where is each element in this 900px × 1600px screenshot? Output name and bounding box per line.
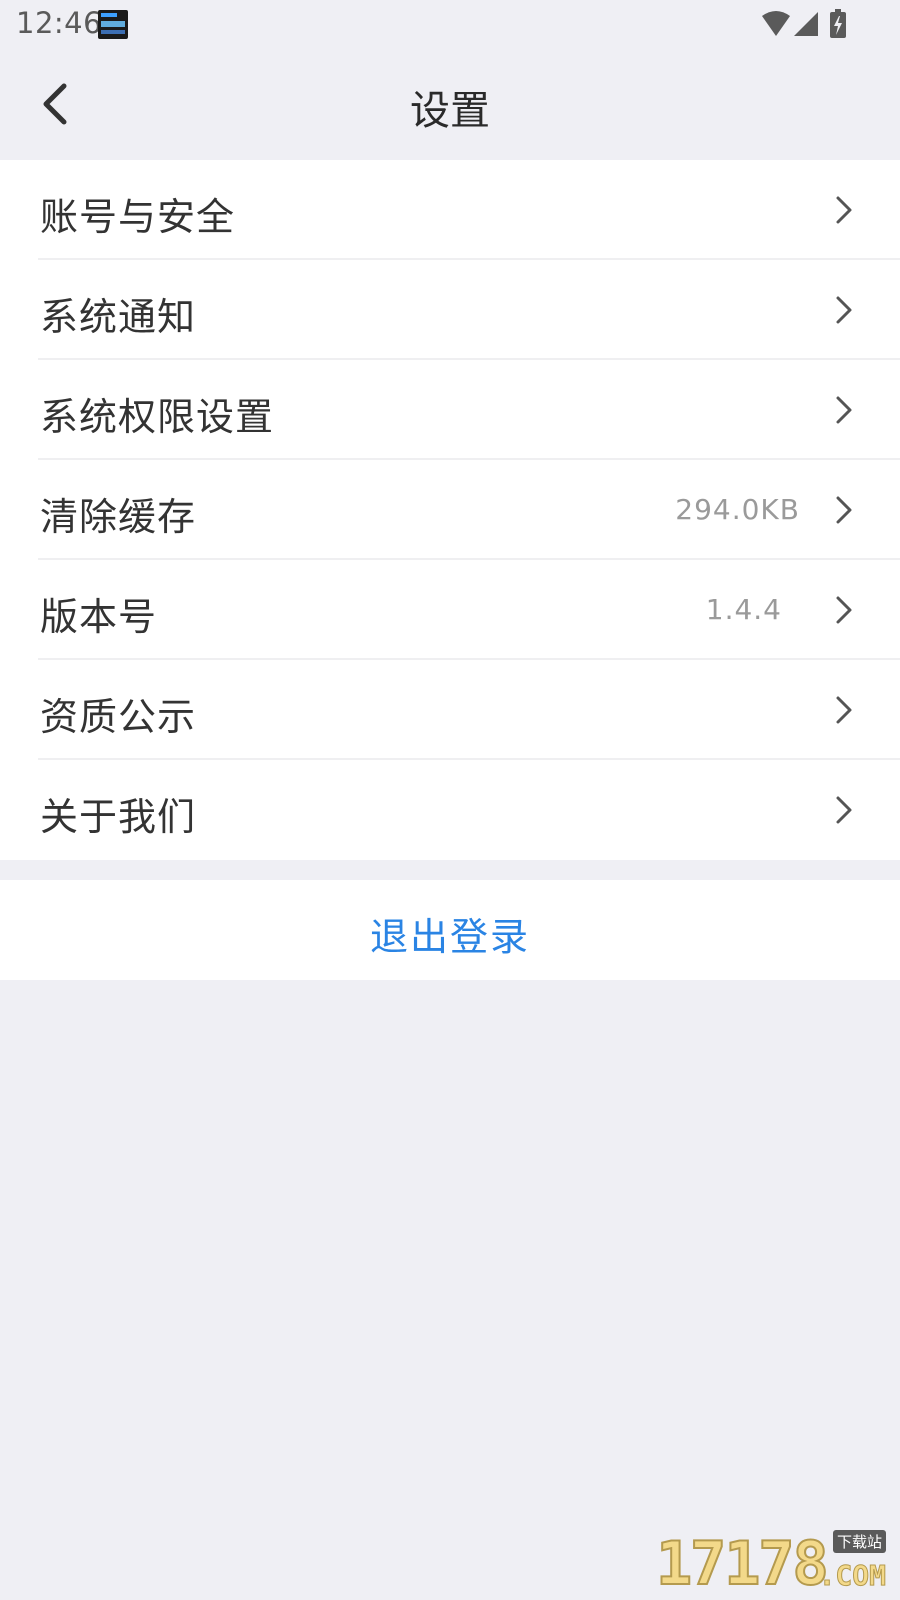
cache-size-value: 294.0KB xyxy=(675,493,800,526)
menu-item-label: 清除缓存 xyxy=(40,495,197,539)
menu-item-version[interactable]: 版本号 1.4.4 xyxy=(0,560,900,660)
watermark-digits: 17178 xyxy=(655,1529,830,1599)
cell-signal-icon xyxy=(794,12,818,36)
battery-charging-icon xyxy=(830,9,846,38)
menu-item-label: 关于我们 xyxy=(40,795,197,839)
logout-button[interactable]: 退出登录 xyxy=(0,880,900,980)
chevron-right-icon xyxy=(836,596,852,624)
menu-item-label: 版本号 xyxy=(40,595,158,639)
page-title: 设置 xyxy=(410,88,490,134)
menu-item-label: 账号与安全 xyxy=(40,195,236,239)
wifi-icon xyxy=(762,11,790,36)
top-app-bar: 设置 xyxy=(0,50,900,160)
status-time: 12:46 xyxy=(16,6,103,40)
status-bar: 12:46 xyxy=(0,0,900,50)
menu-item-clear-cache[interactable]: 清除缓存 294.0KB xyxy=(0,460,900,560)
menu-item-label: 资质公示 xyxy=(40,695,197,739)
watermark-suffix: .COM xyxy=(818,1559,886,1593)
menu-item-qualifications[interactable]: 资质公示 xyxy=(0,660,900,760)
menu-item-label: 系统权限设置 xyxy=(40,395,275,439)
settings-screen: 12:46 设置 账号与安全 系统通知 系统权限设置 清除缓存 294.0KB … xyxy=(0,0,900,1600)
chevron-right-icon xyxy=(836,396,852,424)
menu-item-about-us[interactable]: 关于我们 xyxy=(0,760,900,860)
status-icons xyxy=(760,8,860,42)
menu-item-system-permissions[interactable]: 系统权限设置 xyxy=(0,360,900,460)
version-value: 1.4.4 xyxy=(705,593,782,626)
chevron-right-icon xyxy=(836,796,852,824)
logout-label: 退出登录 xyxy=(369,915,530,959)
chevron-right-icon xyxy=(836,296,852,324)
menu-item-label: 系统通知 xyxy=(40,295,197,339)
menu-item-account-security[interactable]: 账号与安全 xyxy=(0,160,900,260)
site-watermark-logo: 下载站 17178 .COM xyxy=(655,1529,887,1599)
chevron-right-icon xyxy=(836,696,852,724)
chevron-right-icon xyxy=(836,496,852,524)
settings-menu: 账号与安全 系统通知 系统权限设置 清除缓存 294.0KB 版本号 1.4.4 xyxy=(0,160,900,860)
menu-item-system-notifications[interactable]: 系统通知 xyxy=(0,260,900,360)
watermark-tag: 下载站 xyxy=(832,1530,886,1553)
app-notification-icon xyxy=(98,10,128,39)
chevron-right-icon xyxy=(836,196,852,224)
